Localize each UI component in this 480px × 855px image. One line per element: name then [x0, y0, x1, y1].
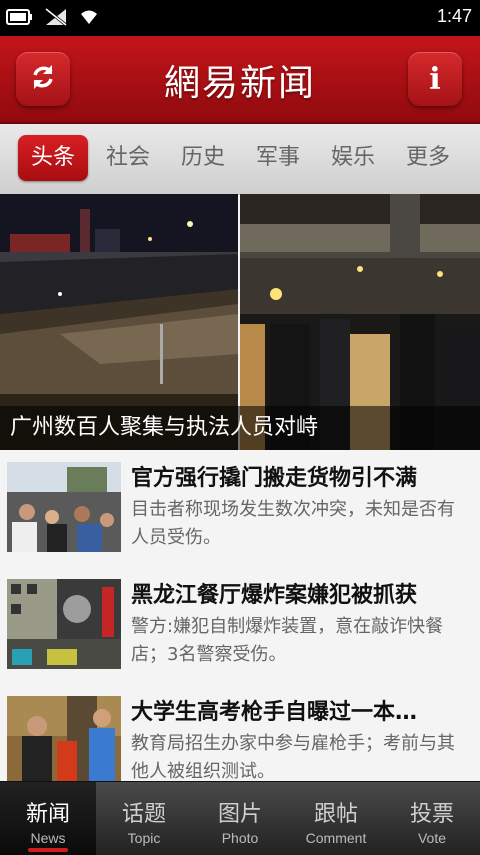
nav-news-sublabel: News	[30, 830, 66, 846]
info-icon: i	[429, 61, 441, 97]
signal-off-icon	[44, 7, 68, 31]
bottom-nav: 新闻 News 话题 Topic 图片 Photo 跟帖 Comment 投票 …	[0, 781, 480, 855]
headline-caption: 广州数百人聚集与执法人员对峙	[0, 406, 480, 450]
nav-news[interactable]: 新闻 News	[0, 782, 96, 855]
tab-entertainment[interactable]: 娱乐	[318, 135, 388, 181]
nav-topic[interactable]: 话题 Topic	[96, 782, 192, 855]
category-tabs: 头条 社会 历史 军事 娱乐 更多	[0, 124, 480, 195]
tab-more[interactable]: 更多	[393, 135, 463, 181]
nav-comment[interactable]: 跟帖 Comment	[288, 782, 384, 855]
news-thumbnail	[7, 579, 121, 669]
info-button[interactable]: i	[408, 52, 462, 106]
wifi-icon	[78, 8, 100, 30]
app-header: 網易新闻 i	[0, 36, 480, 124]
tab-society[interactable]: 社会	[93, 135, 163, 181]
nav-comment-sublabel: Comment	[305, 830, 367, 846]
tab-history[interactable]: 历史	[168, 135, 238, 181]
nav-photo-label: 图片	[217, 802, 262, 827]
news-title: 大学生高考枪手自曝过一本…	[131, 700, 418, 725]
news-thumbnail	[7, 462, 121, 552]
battery-icon	[6, 8, 34, 30]
status-bar: 1:47	[0, 0, 480, 36]
nav-photo[interactable]: 图片 Photo	[192, 782, 288, 855]
news-thumbnail	[7, 696, 121, 786]
news-title: 官方强行撬门搬走货物引不满	[131, 466, 418, 491]
headline-banner[interactable]: 广州数百人聚集与执法人员对峙	[0, 194, 480, 450]
nav-photo-sublabel: Photo	[221, 830, 259, 846]
news-summary: 教育局招生办家中参与雇枪手；考前与其他人被组织测试。	[131, 733, 455, 782]
nav-vote-sublabel: Vote	[417, 830, 447, 846]
nav-vote[interactable]: 投票 Vote	[384, 782, 480, 855]
news-item[interactable]: 官方强行撬门搬走货物引不满 目击者称现场发生数次冲突，未知是否有人员受伤。	[0, 450, 480, 568]
nav-topic-sublabel: Topic	[127, 830, 161, 846]
news-summary: 目击者称现场发生数次冲突，未知是否有人员受伤。	[131, 499, 455, 548]
tab-headline[interactable]: 头条	[18, 135, 88, 181]
active-indicator	[28, 848, 68, 852]
nav-vote-label: 投票	[409, 802, 454, 827]
status-time: 1:47	[436, 6, 472, 26]
news-summary: 警方:嫌犯自制爆炸装置，意在敲诈快餐店；3名警察受伤。	[131, 616, 444, 665]
nav-topic-label: 话题	[121, 802, 166, 827]
nav-news-label: 新闻	[25, 802, 70, 827]
news-title: 黑龙江餐厅爆炸案嫌犯被抓获	[131, 583, 418, 608]
news-item[interactable]: 黑龙江餐厅爆炸案嫌犯被抓获 警方:嫌犯自制爆炸装置，意在敲诈快餐店；3名警察受伤…	[0, 567, 480, 685]
tab-military[interactable]: 军事	[243, 135, 313, 181]
nav-comment-label: 跟帖	[313, 802, 358, 827]
